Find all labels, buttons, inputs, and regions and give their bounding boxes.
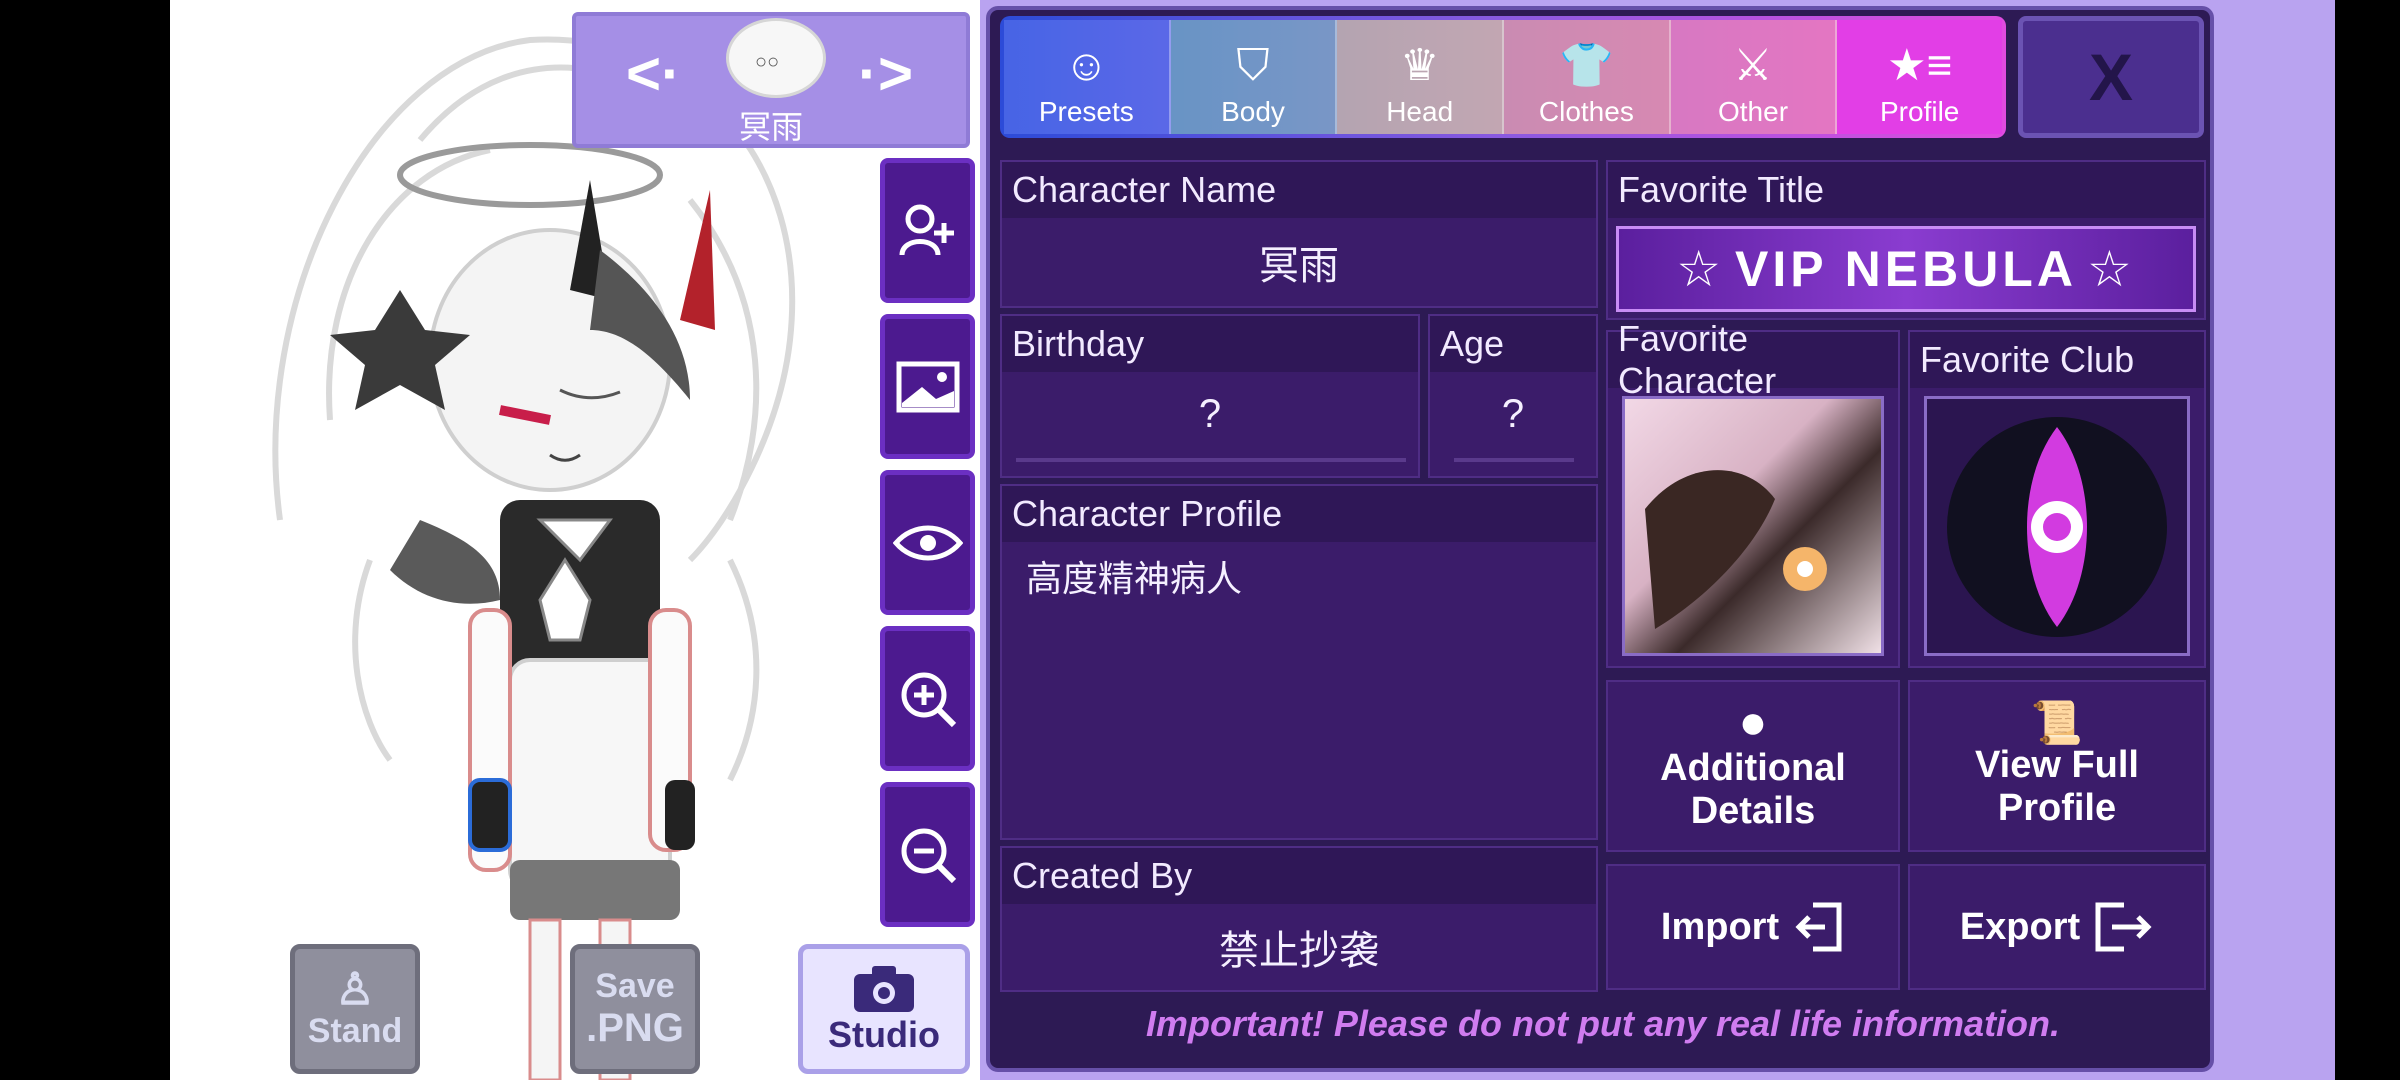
save-png-button[interactable]: Save .PNG xyxy=(570,944,700,1074)
favorite-character-image[interactable] xyxy=(1622,396,1884,656)
png-label: .PNG xyxy=(586,1006,684,1050)
tab-other[interactable]: ⚔ Other xyxy=(1670,20,1838,134)
favorite-title-label: Favorite Title xyxy=(1608,162,2204,218)
visibility-button[interactable] xyxy=(880,470,975,615)
shirt-icon: ⛉ xyxy=(1236,41,1270,90)
import-button[interactable]: Import xyxy=(1606,864,1900,990)
tab-label: Presets xyxy=(1038,96,1134,127)
character-name-label: Character Name xyxy=(1002,162,1596,218)
previous-character-button[interactable]: <· xyxy=(626,44,681,104)
image-icon xyxy=(896,361,959,412)
tab-body[interactable]: ⛉ Body xyxy=(1170,20,1338,134)
favorite-title-value: VIP NEBULA xyxy=(1735,241,2077,297)
zoom-out-button[interactable] xyxy=(880,782,975,927)
close-button[interactable]: X xyxy=(2018,16,2204,138)
tab-clothes[interactable]: 👕 Clothes xyxy=(1504,20,1671,134)
apple-icon: ● xyxy=(1738,696,1768,749)
favorite-club-box[interactable]: Favorite Club xyxy=(1908,330,2206,668)
sword-cat-icon: ⚔ xyxy=(1733,41,1773,90)
character-name-value[interactable]: 冥雨 xyxy=(1002,218,1596,306)
import-label: Import xyxy=(1660,905,1780,948)
character-name-box[interactable]: Character Name 冥雨 xyxy=(1000,160,1598,308)
camera-icon xyxy=(854,966,914,1012)
age-value[interactable]: ? xyxy=(1430,372,1596,456)
add-character-button[interactable] xyxy=(880,158,975,303)
view-full-profile-label-1: View Full xyxy=(1974,744,2139,786)
tab-profile[interactable]: ★≡ Profile xyxy=(1837,20,2003,134)
character-avatar[interactable]: ○○ xyxy=(726,18,826,98)
halo xyxy=(397,142,663,208)
export-button[interactable]: Export xyxy=(1908,864,2206,990)
age-label: Age xyxy=(1430,316,1596,372)
created-by-box[interactable]: Created By 禁止抄袭 xyxy=(1000,846,1598,992)
favorite-club-label: Favorite Club xyxy=(1910,332,2204,388)
favorite-title-box[interactable]: Favorite Title ☆ VIP NEBULA ☆ xyxy=(1606,160,2206,320)
close-icon: X xyxy=(2088,40,2134,114)
character-selector: <· ·> ○○ 冥雨 xyxy=(572,12,970,148)
import-icon xyxy=(1795,902,1842,952)
favorite-character-illustration xyxy=(1645,470,1827,629)
additional-details-label-2: Details xyxy=(1690,790,1816,832)
eye-icon xyxy=(892,525,963,560)
view-full-profile-button[interactable]: 📜 View Full Profile xyxy=(1908,680,2206,852)
created-by-label: Created By xyxy=(1002,848,1596,904)
hair-icon: ♛ xyxy=(1399,41,1440,90)
favorite-title-banner: ☆ VIP NEBULA ☆ xyxy=(1616,226,2196,312)
zoom-in-icon xyxy=(901,672,956,727)
additional-details-button[interactable]: ● Additional Details xyxy=(1606,680,1900,852)
save-label: Save xyxy=(595,967,675,1005)
view-full-profile-label-2: Profile xyxy=(1997,787,2117,829)
add-user-icon xyxy=(899,204,954,256)
favorite-character-label: Favorite Character xyxy=(1608,318,1898,401)
category-tabs: ☺ Presets ⛉ Body ♛ Head 👕 Clothes ⚔ Othe… xyxy=(1000,16,2006,138)
created-by-value[interactable]: 禁止抄袭 xyxy=(1002,904,1596,990)
background-button[interactable] xyxy=(880,314,975,459)
next-character-button[interactable]: ·> xyxy=(858,44,913,104)
character-profile-text[interactable]: 高度精神病人 xyxy=(1026,550,1242,602)
star-list-icon: ★≡ xyxy=(1887,41,1953,90)
zoom-in-button[interactable] xyxy=(880,626,975,771)
studio-label: Studio xyxy=(828,1014,940,1055)
favorite-character-box[interactable]: Favorite Character xyxy=(1606,318,1900,668)
character-profile-label: Character Profile xyxy=(1002,486,1596,542)
export-icon xyxy=(2095,902,2152,952)
additional-details-label-1: Additional xyxy=(1660,747,1846,789)
tab-label: Other xyxy=(1718,96,1789,127)
tab-head[interactable]: ♛ Head xyxy=(1337,20,1505,134)
birthday-box[interactable]: Birthday ? xyxy=(1000,314,1420,478)
stand-label: Stand xyxy=(307,1011,403,1050)
studio-button[interactable]: Studio xyxy=(798,944,970,1074)
stand-person-icon: ♙ xyxy=(335,964,375,1014)
character-illustration xyxy=(272,36,796,1080)
tshirt-icon: 👕 xyxy=(1558,41,1614,90)
character-stage[interactable] xyxy=(170,0,980,1080)
privacy-warning: Important! Please do not put any real li… xyxy=(1145,1003,2061,1044)
star-icon: ☆ xyxy=(1676,241,1726,297)
age-underline xyxy=(1454,458,1574,462)
stand-button[interactable]: ♙ Stand xyxy=(290,944,420,1074)
tab-label: Body xyxy=(1221,96,1285,127)
export-label: Export xyxy=(1959,905,2081,948)
tab-label: Profile xyxy=(1880,96,1960,127)
tab-label: Clothes xyxy=(1538,96,1634,127)
tab-presets[interactable]: ☺ Presets xyxy=(1004,20,1171,134)
club-emblem-icon xyxy=(1947,417,2167,637)
birthday-underline xyxy=(1016,458,1406,462)
favorite-club-image[interactable] xyxy=(1924,396,2190,656)
age-box[interactable]: Age ? xyxy=(1428,314,1598,478)
zoom-out-icon xyxy=(901,828,956,883)
star-icon: ☆ xyxy=(2086,241,2136,297)
person-icon: ☺ xyxy=(1063,41,1109,90)
tab-label: Head xyxy=(1386,96,1454,127)
character-avatar-name: 冥雨 xyxy=(738,109,803,145)
scroll-icon: 📜 xyxy=(2030,699,2084,746)
birthday-value[interactable]: ? xyxy=(1002,372,1418,456)
birthday-label: Birthday xyxy=(1002,316,1418,372)
character-profile-box[interactable]: Character Profile 高度精神病人 xyxy=(1000,484,1598,840)
